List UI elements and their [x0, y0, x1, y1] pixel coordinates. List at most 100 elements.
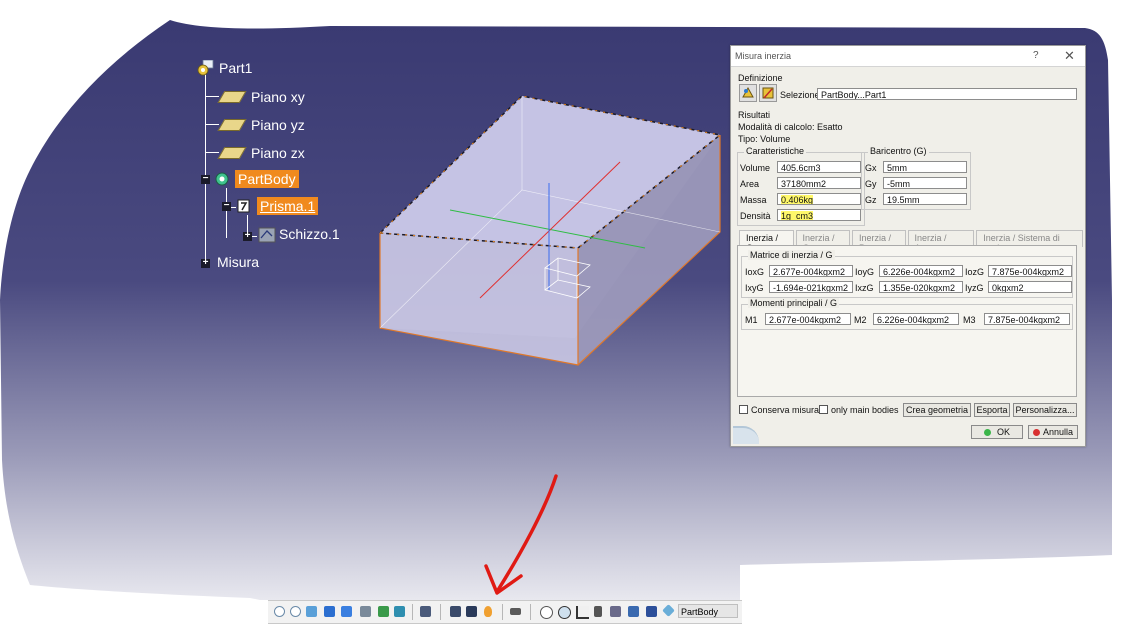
- ixzg-field[interactable]: 1.355e-020kgxm2: [879, 281, 963, 293]
- multi-view-icon[interactable]: [324, 606, 335, 617]
- catalog-icon[interactable]: [610, 606, 621, 617]
- m2-field[interactable]: 6.226e-004kgxm2: [873, 313, 959, 325]
- bottom-toolbar: PartBody: [268, 600, 742, 624]
- keyboard-icon[interactable]: [510, 608, 521, 615]
- ok-button[interactable]: OK: [971, 425, 1023, 439]
- ioxg-field[interactable]: 2.677e-004kgxm2: [769, 265, 853, 277]
- tree-node-partbody[interactable]: PartBody: [213, 170, 299, 188]
- help-button[interactable]: ?: [1033, 50, 1039, 61]
- densita-label: Densità: [740, 211, 771, 221]
- plane-icon: [217, 91, 247, 103]
- tree-node-misura[interactable]: Misura: [217, 254, 259, 270]
- baricentro-title: Baricentro (G): [868, 146, 929, 156]
- measure-item-icon[interactable]: [466, 606, 477, 617]
- selezione-field[interactable]: PartBody...Part1: [817, 88, 1077, 100]
- toolbar-separator: [412, 604, 413, 620]
- tree-label-piano-xy: Piano xy: [251, 89, 305, 105]
- sketch-icon: [257, 226, 276, 243]
- tree-label-schizzo: Schizzo.1: [279, 226, 340, 242]
- tree-node-piano-xy[interactable]: Piano xy: [217, 89, 305, 105]
- axis-system-icon[interactable]: [576, 606, 589, 619]
- swap-visible-icon[interactable]: [540, 606, 553, 619]
- m3-field[interactable]: 7.875e-004kgxm2: [984, 313, 1070, 325]
- matrice-title: Matrice di inerzia / G: [748, 250, 835, 260]
- gx-field[interactable]: 5mm: [883, 161, 967, 173]
- tree-label-misura: Misura: [217, 254, 260, 270]
- ok-label: OK: [996, 427, 1010, 437]
- spec-tree-icon[interactable]: [628, 606, 639, 617]
- hide-show-icon[interactable]: [378, 606, 389, 617]
- plane-icon: [217, 147, 247, 159]
- gz-field[interactable]: 19.5mm: [883, 193, 967, 205]
- massa-field[interactable]: 0.406kg: [777, 193, 861, 205]
- conserva-misura-checkbox[interactable]: [739, 405, 748, 414]
- densita-field[interactable]: 1g_cm3: [777, 209, 861, 221]
- definizione-label: Definizione: [738, 73, 783, 83]
- annulla-button[interactable]: Annulla: [1028, 425, 1078, 439]
- m1-field[interactable]: 2.677e-004kgxm2: [765, 313, 851, 325]
- expand-misura-toggle[interactable]: +: [201, 258, 210, 268]
- risultati-label: Risultati: [738, 110, 771, 120]
- volume-label: Volume: [740, 163, 771, 173]
- iozg-label: IozG: [965, 267, 985, 277]
- ioyg-field[interactable]: 6.226e-004kgxm2: [879, 265, 963, 277]
- tree-node-part1[interactable]: Part1: [197, 59, 253, 76]
- area-field[interactable]: 37180mm2: [777, 177, 861, 189]
- esporta-button[interactable]: Esporta: [974, 403, 1010, 417]
- dialog-title: Misura inerzia: [735, 51, 792, 61]
- dialog-corner-decoration: [733, 426, 759, 444]
- zoom-out-icon[interactable]: [290, 606, 301, 617]
- current-body-field[interactable]: PartBody: [678, 604, 738, 618]
- m3-label: M3: [963, 315, 976, 325]
- body-icon: [213, 171, 231, 187]
- toolbar-separator: [530, 604, 531, 620]
- part-icon: [197, 59, 215, 76]
- swap-space-icon[interactable]: [394, 606, 405, 617]
- ixyg-field[interactable]: -1.694e-021kgxm2: [769, 281, 853, 293]
- only-main-bodies-checkbox[interactable]: [819, 405, 828, 414]
- tree-label-part1: Part1: [219, 60, 253, 76]
- dialog-titlebar: Misura inerzia ? ✕: [731, 46, 1085, 67]
- inertia-tab-panel: Matrice di inerzia / G IoxG 2.677e-004kg…: [737, 245, 1077, 397]
- tree-node-prisma[interactable]: Prisma.1: [235, 197, 319, 215]
- crea-geometria-button[interactable]: Crea geometria: [903, 403, 971, 417]
- ixzg-label: IxzG: [855, 283, 874, 293]
- only-main-bodies-label: only main bodies: [831, 405, 899, 415]
- momenti-title: Momenti principali / G: [748, 298, 840, 308]
- expand-schizzo-toggle[interactable]: +: [243, 231, 252, 241]
- collapse-prisma-toggle[interactable]: −: [222, 201, 231, 211]
- layers-icon[interactable]: [646, 606, 657, 617]
- measure-inertia-icon[interactable]: [484, 606, 492, 617]
- tipo-label: Tipo: Volume: [738, 134, 791, 144]
- tree-node-piano-yz[interactable]: Piano yz: [217, 117, 305, 133]
- collapse-partbody-toggle[interactable]: −: [201, 174, 210, 184]
- measure-item-icon[interactable]: [759, 84, 777, 102]
- close-button[interactable]: ✕: [1064, 48, 1075, 64]
- part-body-icon[interactable]: [662, 604, 675, 617]
- tree-label-piano-zx: Piano zx: [251, 145, 305, 161]
- massa-value: 0.406kg: [781, 195, 814, 205]
- measure-inertia-dialog: Misura inerzia ? ✕ Definizione Selezione…: [730, 45, 1086, 447]
- gy-field[interactable]: -5mm: [883, 177, 967, 189]
- normal-view-icon[interactable]: [306, 606, 317, 617]
- densita-value: 1g_cm3: [781, 211, 814, 221]
- tree-node-schizzo[interactable]: Schizzo.1: [257, 226, 340, 243]
- volume-field[interactable]: 405.6cm3: [777, 161, 861, 173]
- annulla-label: Annulla: [1042, 427, 1074, 437]
- iso-view-icon[interactable]: [341, 606, 352, 617]
- tree-label-partbody: PartBody: [235, 170, 299, 188]
- gx-label: Gx: [865, 163, 877, 173]
- iyzg-field[interactable]: 0kgxm2: [988, 281, 1072, 293]
- zoom-in-icon[interactable]: [274, 606, 285, 617]
- measure-mode-icon[interactable]: [739, 84, 757, 102]
- m2-label: M2: [854, 315, 867, 325]
- render-style-icon[interactable]: [360, 606, 371, 617]
- tree-node-piano-zx[interactable]: Piano zx: [217, 145, 305, 161]
- area-label: Area: [740, 179, 760, 189]
- iozg-field[interactable]: 7.875e-004kgxm2: [988, 265, 1072, 277]
- measure-between-icon[interactable]: [450, 606, 461, 617]
- sort-icon[interactable]: [594, 606, 602, 617]
- personalizza-button[interactable]: Personalizza...: [1013, 403, 1077, 417]
- apply-material-icon[interactable]: [420, 606, 431, 617]
- globe-icon[interactable]: [558, 606, 571, 619]
